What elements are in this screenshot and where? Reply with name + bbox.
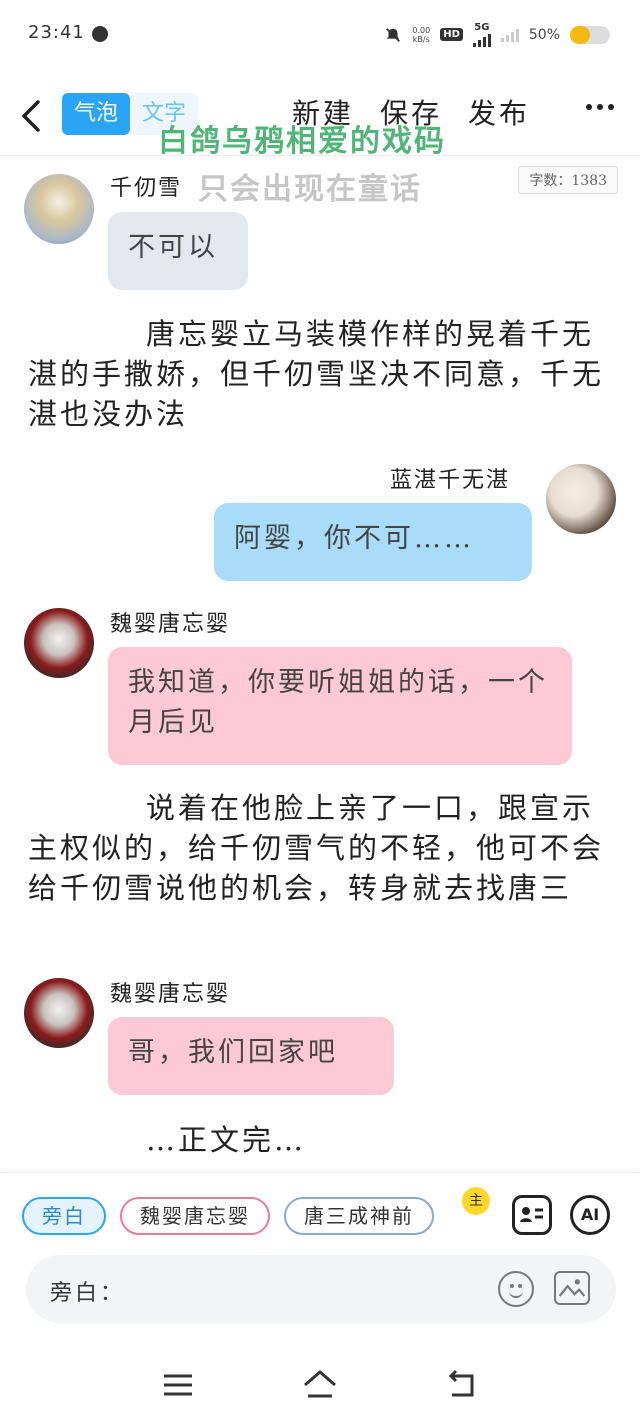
narration-text[interactable]: 唐忘婴立马装模作样的晃着千无湛的手撒娇，但千仞雪坚决不同意，千无湛也没办法 [28, 314, 618, 434]
message-bubble[interactable]: 哥，我们回家吧 [108, 1017, 394, 1095]
signal-5g: 5G [472, 22, 491, 47]
status-time: 23:41 [28, 22, 85, 43]
ai-button[interactable]: AI [570, 1195, 610, 1235]
speaker-name: 千仞雪 [110, 176, 183, 201]
character-chips: 旁白 魏婴唐忘婴 唐三成神前 [22, 1197, 434, 1235]
watermark-text-2: 只会出现在童话 [198, 172, 422, 207]
hd-badge: HD [440, 28, 463, 41]
speaker-name: 魏婴唐忘婴 [110, 982, 231, 1007]
speed-value: 0.00 [412, 25, 431, 35]
narration-input[interactable]: 旁白： [26, 1255, 616, 1323]
input-label: 旁白： [50, 1281, 126, 1306]
character-card-icon[interactable] [512, 1195, 552, 1235]
more-characters[interactable]: 主 [462, 1187, 492, 1227]
battery-icon [570, 25, 610, 44]
editor-toolbar: 气泡 文字 新建 保存 发布 白鸽乌鸦相爱的戏码 [0, 80, 640, 159]
avatar-weiying[interactable] [24, 978, 94, 1048]
signal-weak-icon [500, 28, 519, 42]
network-speed: 0.00 kB/s [412, 26, 430, 44]
chip-narration[interactable]: 旁白 [22, 1197, 106, 1235]
signal-strong-icon [472, 33, 491, 47]
chip-weiying[interactable]: 魏婴唐忘婴 [120, 1197, 270, 1235]
status-icons: 0.00 kB/s HD 5G 50% [384, 22, 610, 47]
main-character-badge: 主 [462, 1187, 490, 1215]
speed-unit: kB/s [412, 34, 430, 44]
message-bubble[interactable]: 我知道，你要听姐姐的话，一个月后见 [108, 647, 572, 765]
battery-fill [570, 25, 590, 44]
word-count-badge: 字数：1383 [518, 166, 618, 194]
speaker-name: 魏婴唐忘婴 [110, 612, 231, 637]
character-bar: 旁白 魏婴唐忘婴 唐三成神前 主 AI 旁白： [0, 1172, 640, 1348]
more-menu-icon[interactable] [586, 104, 614, 110]
app-notification-icon [92, 26, 108, 42]
message-bubble[interactable]: 不可以 [108, 212, 248, 290]
chip-tangsan[interactable]: 唐三成神前 [284, 1197, 434, 1235]
narration-end[interactable]: …正文完… [146, 1120, 446, 1160]
message-bubble[interactable]: 阿婴，你不可…… [214, 503, 532, 581]
status-bar: 23:41 0.00 kB/s HD 5G 50% [0, 0, 640, 70]
home-icon[interactable] [302, 1368, 338, 1402]
watermark-text-1: 白鸽乌鸦相爱的戏码 [158, 124, 446, 159]
speaker-name: 蓝湛千无湛 [390, 468, 511, 493]
emoji-icon[interactable] [498, 1271, 534, 1307]
avatar-weiying[interactable] [24, 608, 94, 678]
menu-icon[interactable] [160, 1368, 196, 1402]
narration-text[interactable]: 说着在他脸上亲了一口，跟宣示主权似的，给千仞雪气的不轻，他可不会给千仞雪说他的机… [28, 788, 618, 908]
battery-percent: 50% [528, 26, 560, 43]
contact-card-icon [520, 1207, 543, 1222]
tab-bubble[interactable]: 气泡 [62, 93, 131, 135]
image-icon[interactable] [554, 1271, 590, 1305]
system-nav-bar [0, 1348, 640, 1422]
back-arrow-icon[interactable] [18, 96, 48, 136]
network-type: 5G [474, 22, 490, 33]
mute-bell-icon [386, 27, 401, 42]
avatar-lanzhan[interactable] [546, 464, 616, 534]
back-nav-icon[interactable] [444, 1368, 480, 1402]
avatar-qianrenxue[interactable] [24, 174, 94, 244]
publish-button[interactable]: 发布 [468, 92, 530, 132]
